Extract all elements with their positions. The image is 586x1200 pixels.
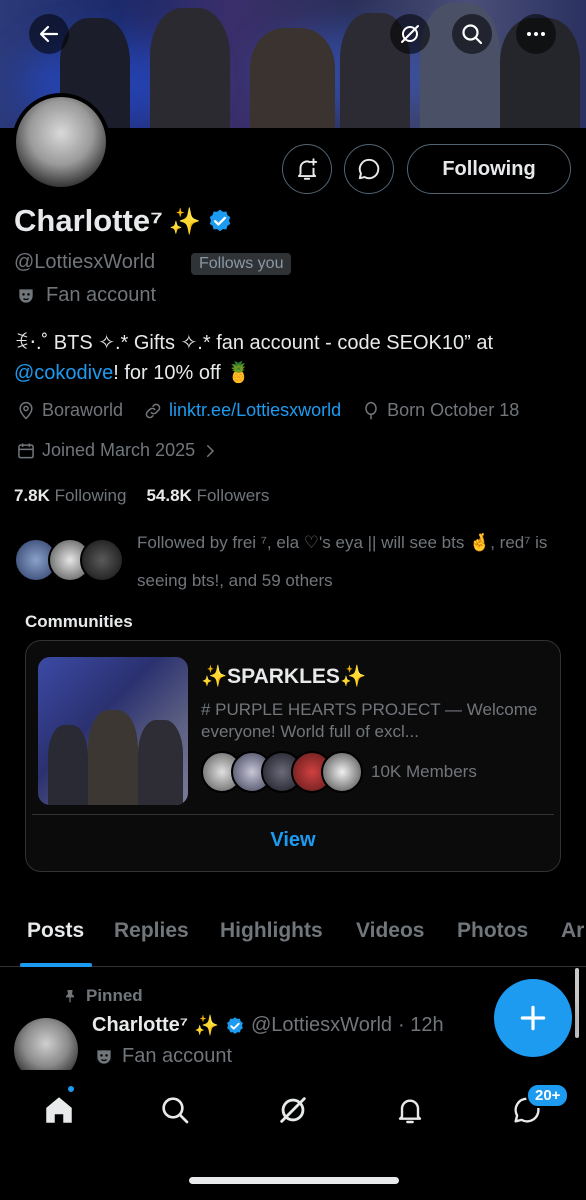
grok-slash-icon — [401, 25, 419, 43]
verified-badge-icon — [227, 1016, 243, 1034]
search-icon — [462, 24, 483, 45]
balloon-icon — [365, 401, 377, 419]
nav-grok[interactable] — [273, 1090, 313, 1130]
chevron-right-icon — [207, 444, 215, 457]
joined-text: Joined March 2025 — [42, 440, 196, 460]
joined-row[interactable]: Joined March 2025 — [16, 440, 219, 461]
active-tab-indicator — [20, 963, 92, 967]
nav-notifications[interactable] — [390, 1090, 430, 1130]
compose-post-button[interactable] — [494, 979, 572, 1057]
back-button[interactable] — [29, 14, 69, 54]
follower-avatar — [80, 538, 124, 582]
pinned-label-row: Pinned — [62, 986, 143, 1006]
message-button[interactable] — [344, 144, 394, 194]
card-divider — [32, 814, 554, 815]
profile-handle: @LottiesxWorld — [14, 251, 156, 273]
tab-articles[interactable]: Ar — [561, 919, 584, 943]
pin-icon — [66, 990, 74, 1003]
messages-badge: 20+ — [526, 1083, 570, 1108]
link-icon — [145, 403, 161, 418]
community-description: # PURPLE HEARTS PROJECT — Welcome everyo… — [201, 700, 538, 741]
nav-search[interactable] — [155, 1090, 195, 1130]
follows-you-badge: Follows you — [191, 253, 292, 275]
followers-count-link[interactable]: 54.8K Followers — [146, 486, 269, 506]
profile-tabs: Posts Replies Highlights Videos Photos A… — [0, 905, 586, 967]
grok-button[interactable] — [390, 14, 430, 54]
followed-by-text[interactable]: Followed by frei ⁷, ela ♡'s eya || will … — [137, 524, 557, 600]
chat-bubble-icon — [358, 158, 380, 180]
community-name: ✨SPARKLES✨ — [201, 665, 367, 688]
bio-text-2: ! for 10% off 🍍 — [113, 362, 252, 384]
scrollbar[interactable] — [575, 968, 579, 1038]
sparkles-emoji: ✨ — [168, 205, 202, 236]
tab-posts[interactable]: Posts — [27, 919, 84, 943]
post-author-emoji: ✨ — [194, 1015, 219, 1037]
post-time: · 12h — [398, 1014, 444, 1036]
post-author-category: Fan account — [94, 1045, 232, 1068]
community-card[interactable]: ✨SPARKLES✨ # PURPLE HEARTS PROJECT — Wel… — [25, 640, 561, 872]
profile-meta-row: Boraworld linktr.ee/Lottiesxworld Born O… — [16, 400, 519, 421]
communities-heading: Communities — [25, 612, 133, 631]
nav-home[interactable] — [39, 1090, 79, 1130]
website-link[interactable]: linktr.ee/Lottiesxworld — [169, 400, 341, 421]
tab-photos[interactable]: Photos — [457, 919, 528, 943]
following-button[interactable]: Following — [407, 144, 571, 194]
plus-icon — [520, 1005, 546, 1031]
community-members: 10K Members — [371, 762, 477, 781]
pinned-label: Pinned — [86, 986, 143, 1005]
search-button[interactable] — [452, 14, 492, 54]
grok-icon — [280, 1097, 306, 1123]
following-count-link[interactable]: 7.8K Following — [14, 486, 126, 506]
profile-category: Fan account — [16, 284, 156, 307]
profile-bio: ꉂ‧.˚ BTS ✧.* Gifts ✧.* fan account - cod… — [14, 328, 574, 388]
category-label: Fan account — [46, 284, 157, 306]
post-author-row: Charlotte⁷ ✨ @LottiesxWorld · 12h — [92, 1013, 444, 1038]
tab-replies[interactable]: Replies — [114, 919, 189, 943]
post-author-handle: @LottiesxWorld — [250, 1014, 393, 1036]
follow-counts: 7.8K Following 54.8K Followers — [14, 486, 269, 506]
post-category-label: Fan account — [122, 1045, 233, 1067]
tab-videos[interactable]: Videos — [356, 919, 424, 943]
more-horizontal-icon — [527, 32, 545, 36]
calendar-icon — [18, 443, 34, 458]
location-pin-icon — [19, 401, 33, 420]
member-avatar — [321, 751, 363, 793]
more-button[interactable] — [516, 14, 556, 54]
location-text: Boraworld — [42, 400, 124, 420]
profile-name: Charlotte⁷ — [14, 203, 163, 238]
birthday-text: Born October 18 — [387, 400, 520, 420]
post-author-name[interactable]: Charlotte⁷ — [92, 1014, 188, 1037]
community-image — [38, 657, 188, 805]
bio-text-1: ꉂ‧.˚ BTS ✧.* Gifts ✧.* fan account - cod… — [14, 332, 494, 354]
verified-badge-icon[interactable] — [207, 208, 233, 234]
tab-highlights[interactable]: Highlights — [220, 919, 323, 943]
bell-plus-icon — [297, 158, 318, 180]
home-notification-dot — [66, 1084, 76, 1094]
profile-name-row: Charlotte⁷ ✨ — [14, 203, 233, 239]
notifications-icon — [398, 1099, 422, 1124]
search-icon — [162, 1097, 189, 1124]
arrow-left-icon — [39, 25, 59, 43]
notifications-toggle-button[interactable] — [282, 144, 332, 194]
view-community-button[interactable]: View — [26, 829, 560, 852]
home-icon — [46, 1097, 72, 1123]
theater-mask-icon — [97, 1049, 111, 1064]
bio-mention-link[interactable]: @cokodive — [14, 362, 113, 384]
theater-mask-icon — [19, 288, 33, 303]
profile-avatar[interactable] — [12, 93, 110, 191]
home-indicator[interactable] — [189, 1177, 399, 1184]
